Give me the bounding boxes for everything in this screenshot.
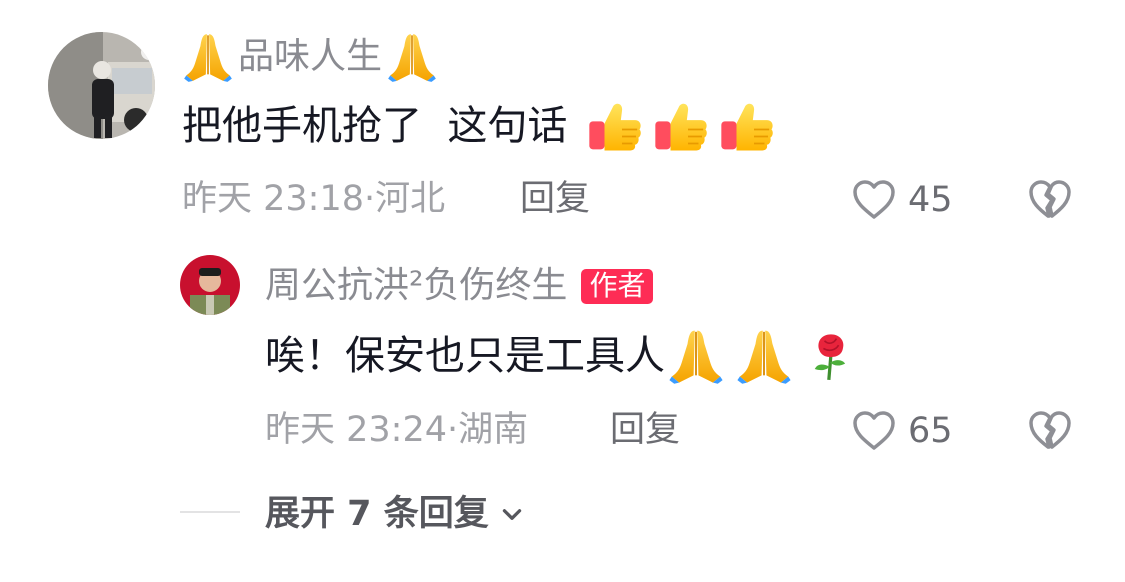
folded-hands-icon (667, 327, 725, 385)
reply-button[interactable]: 回复 (520, 182, 590, 217)
reply-like-button[interactable]: 65 (850, 407, 960, 455)
reply-text: 唉！保安也只是工具人 (265, 328, 857, 384)
expand-divider (180, 511, 240, 513)
broken-heart-icon (1026, 176, 1074, 224)
folded-hands-icon (735, 327, 793, 385)
reply-avatar[interactable] (180, 255, 240, 315)
comment-username[interactable]: 品味人生 (182, 32, 438, 82)
like-button[interactable]: 45 (850, 176, 960, 224)
reply-dislike-button[interactable] (1026, 407, 1074, 455)
reply-username[interactable]: 周公抗洪²负伤终生 (265, 268, 567, 304)
reply-reply-button[interactable]: 回复 (610, 413, 680, 448)
thumbs-up-icon (719, 98, 775, 154)
heart-icon (850, 176, 898, 224)
expand-replies-button[interactable]: 展开 7 条回复 (265, 494, 525, 534)
comment-text-content: 把他手机抢了 这句话 (182, 103, 568, 149)
thumbs-up-icon (587, 98, 643, 154)
reply-username-row: 周公抗洪²负伤终生 作者 (265, 266, 654, 306)
comment-location: 河北 (375, 179, 446, 219)
comment-time: 昨天 23:18 (182, 179, 364, 219)
author-badge: 作者 (581, 268, 654, 304)
dislike-button[interactable] (1026, 176, 1074, 224)
avatar[interactable] (48, 32, 155, 139)
expand-replies-label: 展开 7 条回复 (265, 493, 489, 534)
rose-icon (805, 327, 857, 385)
broken-heart-icon (1026, 407, 1074, 455)
reply-like-count: 65 (908, 410, 953, 451)
comment-meta: 昨天 23:18·河北 (182, 179, 446, 219)
chevron-down-icon (502, 509, 521, 520)
reply-location: 湖南 (458, 410, 529, 450)
folded-hands-icon (386, 31, 438, 83)
heart-icon (850, 407, 898, 455)
username-text: 品味人生 (238, 36, 383, 77)
folded-hands-icon (182, 31, 234, 83)
reply-time: 昨天 23:24 (265, 410, 447, 450)
like-count: 45 (908, 179, 953, 220)
thumbs-up-icon (653, 98, 709, 154)
reply-meta: 昨天 23:24·湖南 (265, 410, 529, 450)
reply-text-content: 唉！保安也只是工具人 (265, 333, 665, 379)
comment-text: 把他手机抢了 这句话 (182, 98, 775, 154)
